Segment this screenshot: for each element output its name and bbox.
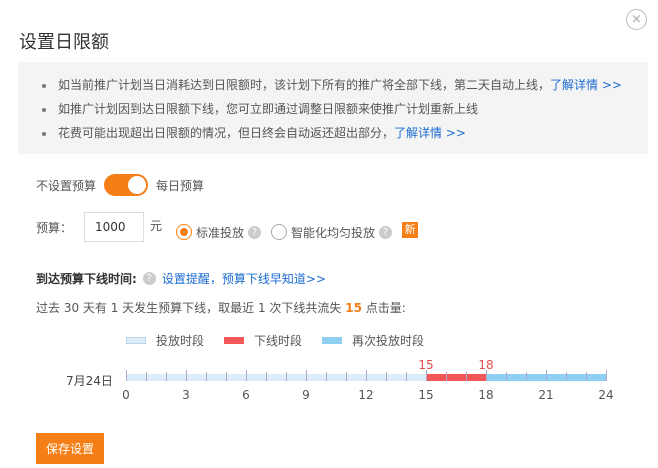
notice-text: 如推广计划因到达日限额下线，您可立即通过调整日限额来使推广计划重新上线: [58, 102, 479, 116]
notice-box: 如当前推广计划当日消耗达到日限额时，该计划下所有的推广将全部下线，第二天自动上线…: [18, 62, 648, 154]
tick-label: 18: [478, 388, 493, 402]
budget-toggle[interactable]: [104, 174, 149, 196]
budget-toggle-row: 不设置预算 每日预算: [36, 174, 204, 196]
tick-label: 0: [122, 388, 130, 402]
radio-smart[interactable]: 智能化均匀投放?: [271, 224, 393, 241]
radio-standard[interactable]: 标准投放?: [176, 224, 262, 241]
radio-circle: [176, 224, 193, 240]
notice-text: 花费可能出现超出日限额的情况，但日终会自动返还超出部分，: [58, 126, 395, 140]
offline-description: 过去 30 天有 1 天发生预算下线，取最近 1 次下线共流失 15 点击量:: [36, 299, 406, 316]
budget-label: 预算：: [36, 220, 73, 235]
timeline-chart: 0 3 6 9 12 15 18 21 24 15 18: [122, 358, 613, 402]
timeline-segment: [426, 374, 486, 381]
notice-item: 如推广计划因到达日限额下线，您可立即通过调整日限额来使推广计划重新上线: [42, 97, 648, 121]
offline-section-header: 到达预算下线时间: ? 设置提醒，预算下线早知道>>: [36, 270, 326, 287]
tick-label: 15: [418, 388, 433, 402]
chart-legend: 投放时段 下线时段 再次投放时段: [126, 332, 444, 349]
radio-circle: [271, 224, 288, 240]
legend-swatch-offline: [224, 337, 245, 344]
dialog-title: 设置日限额: [19, 32, 109, 53]
offline-heading: 到达预算下线时间:: [36, 272, 137, 286]
desc-text: 过去 30 天有 1 天发生预算下线，取最近 1 次下线共流失: [36, 301, 346, 315]
new-badge: 新: [402, 222, 419, 238]
notice-item: 花费可能出现超出日限额的情况，但日终会自动返还超出部分，了解详情 >>: [42, 121, 648, 145]
save-button[interactable]: 保存设置: [36, 433, 104, 464]
budget-row: 预算： 元 标准投放? 智能化均匀投放? 新: [36, 212, 419, 242]
offline-marker-label: 15: [418, 358, 433, 372]
close-button[interactable]: ×: [626, 9, 647, 30]
daily-budget-label: 每日预算: [156, 178, 205, 193]
help-icon[interactable]: ?: [142, 272, 156, 285]
legend-label: 再次投放时段: [352, 334, 425, 348]
unit-label: 元: [150, 218, 163, 233]
notice-item: 如当前推广计划当日消耗达到日限额时，该计划下所有的推广将全部下线，第二天自动上线…: [42, 73, 648, 97]
help-icon[interactable]: ?: [379, 225, 393, 239]
budget-input[interactable]: [84, 212, 145, 242]
tick-label: 24: [598, 388, 613, 402]
learn-more-link[interactable]: 了解详情 >>: [394, 126, 466, 140]
offline-marker-label: 18: [478, 358, 493, 372]
toggle-knob: [128, 176, 147, 194]
notice-text: 如当前推广计划当日消耗达到日限额时，该计划下所有的推广将全部下线，第二天自动上线…: [58, 78, 551, 92]
tick-label: 21: [538, 388, 553, 402]
desc-text: 点击量:: [361, 301, 406, 315]
no-budget-label: 不设置预算: [36, 178, 97, 193]
tick-label: 6: [242, 388, 250, 402]
radio-label: 智能化均匀投放: [291, 225, 376, 240]
timeline-segment: [126, 374, 426, 381]
tick-label: 9: [302, 388, 310, 402]
legend-swatch-active: [126, 337, 146, 344]
help-icon[interactable]: ?: [248, 225, 262, 239]
learn-more-link[interactable]: 了解详情 >>: [550, 78, 622, 92]
set-reminder-link[interactable]: 设置提醒，预算下线早知道>>: [162, 270, 326, 287]
legend-swatch-reactive: [322, 337, 343, 344]
tick-label: 3: [182, 388, 190, 402]
radio-label: 标准投放: [196, 225, 245, 240]
legend-label: 下线时段: [254, 334, 303, 348]
legend-label: 投放时段: [156, 334, 205, 348]
tick-label: 12: [358, 388, 373, 402]
lost-clicks: 15: [345, 301, 362, 315]
